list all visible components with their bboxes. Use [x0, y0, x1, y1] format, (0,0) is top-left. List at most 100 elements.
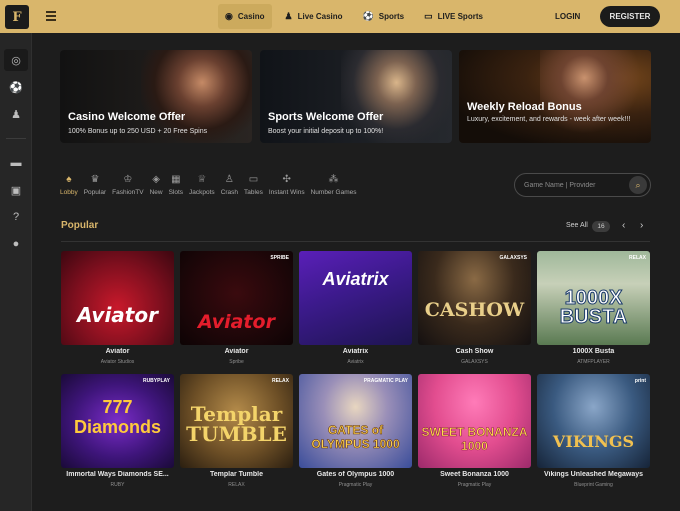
tab-label: Jackpots: [189, 189, 215, 196]
game-tile-1000x-busta[interactable]: RELAX 1000X BUSTA: [537, 251, 650, 345]
provider-badge: RELAX: [629, 255, 646, 261]
tab-instant-wins[interactable]: ✣ Instant Wins: [269, 172, 305, 202]
game-tile-vikings-unleashed[interactable]: print VIKINGS: [537, 374, 650, 468]
game-provider: Aviatrix: [347, 359, 364, 365]
crash-icon: ♙: [224, 173, 234, 185]
tv-icon: ▭: [424, 11, 433, 21]
provider-badge: GALAXSYS: [499, 255, 527, 261]
wallet-icon[interactable]: ▬: [4, 152, 28, 174]
game-name: Vikings Unleashed Megaways: [543, 471, 644, 478]
sidebar-divider: [6, 138, 26, 139]
provider-badge: PRAGMATIC PLAY: [363, 378, 408, 384]
category-tabs: ♠ Lobby ♛ Popular ♔ FashionTV ◈ New ▦ Slots ♕…: [60, 172, 362, 202]
tab-crash[interactable]: ♙ Crash: [221, 172, 238, 202]
tab-label: FashionTV: [112, 189, 144, 196]
casino-chip-icon: ◉: [225, 11, 233, 21]
tile-art-text: VIKINGS: [552, 432, 635, 451]
soccer-ball-icon[interactable]: ⚽: [4, 76, 28, 98]
banner-subtitle: Boost your initial deposit up to 100%!: [268, 128, 384, 135]
instant-wins-icon: ✣: [282, 173, 291, 185]
game-name: 1000X Busta: [572, 348, 615, 355]
banner-sports-welcome[interactable]: Sports Welcome Offer Boost your initial …: [260, 50, 452, 143]
game-name: Sweet Bonanza 1000: [440, 471, 509, 478]
tile-art-text: 1000X BUSTA: [559, 287, 628, 328]
number-games-icon: ⁂: [328, 173, 339, 185]
game-provider: Aviator Studios: [100, 359, 135, 365]
banner-reload-image: [539, 50, 651, 143]
site-logo[interactable]: F: [5, 5, 29, 29]
tile-art-text: CASHOW: [424, 299, 525, 321]
game-tile-immortal-ways[interactable]: RUBYPLAY 777 Diamonds: [61, 374, 174, 468]
tab-slots[interactable]: ▦ Slots: [169, 172, 183, 202]
tab-label: New: [149, 189, 163, 196]
provider-badge: SPRIBE: [270, 255, 289, 261]
chat-icon[interactable]: ●: [4, 233, 28, 255]
tile-art-text: Aviator: [198, 311, 275, 333]
tab-tables[interactable]: ▭ Tables: [244, 172, 263, 202]
nav-sports-label: Sports: [378, 12, 405, 21]
game-count-badge: 16: [592, 221, 610, 232]
game-name: Cash Show: [455, 348, 494, 355]
banner-title: Casino Welcome Offer: [68, 111, 186, 123]
tab-label: Number Games: [310, 189, 357, 196]
game-tile-aviator-studios[interactable]: Aviator: [61, 251, 174, 345]
banner-title: Weekly Reload Bonus: [467, 101, 582, 113]
nav-casino-label: Casino: [237, 12, 265, 21]
tile-art-text: 777 Diamonds: [73, 397, 161, 437]
tab-label: Instant Wins: [268, 189, 305, 196]
tab-label: Popular: [83, 189, 107, 196]
help-icon[interactable]: ?: [4, 206, 28, 228]
game-name: Templar Tumble: [209, 471, 264, 478]
tab-new[interactable]: ◈ New: [150, 172, 163, 202]
slots-icon: ▦: [171, 173, 181, 185]
see-all-link[interactable]: See All: [566, 222, 588, 229]
briefcase-icon[interactable]: ▣: [4, 179, 28, 201]
game-tile-aviatrix[interactable]: Aviatrix: [299, 251, 412, 345]
search-icon[interactable]: ⌕: [629, 176, 647, 194]
game-name: Immortal Ways Diamonds SE...: [66, 471, 169, 478]
tab-jackpots[interactable]: ♕ Jackpots: [189, 172, 215, 202]
nav-live-sports[interactable]: ▭ LIVE Sports: [417, 4, 490, 29]
live-dealer-icon[interactable]: ♟: [4, 103, 28, 125]
nav-live-casino[interactable]: ♟ Live Casino: [278, 4, 350, 29]
provider-badge: print: [634, 378, 646, 384]
tab-popular[interactable]: ♛ Popular: [84, 172, 106, 202]
search-box: ⌕: [514, 173, 651, 197]
search-input[interactable]: [524, 181, 624, 189]
game-name: Aviator: [105, 348, 130, 355]
banner-weekly-reload[interactable]: Weekly Reload Bonus Luxury, excitement, …: [459, 50, 651, 143]
sidebar: ◎ ⚽ ♟ ▬ ▣ ? ●: [0, 33, 32, 511]
live-dealer-icon: ♟: [284, 11, 293, 21]
main-nav: ◉ Casino ♟ Live Casino ⚽ Sports ▭ LIVE S…: [218, 4, 496, 29]
nav-live-sports-label: LIVE Sports: [437, 12, 483, 21]
game-name: Aviatrix: [342, 348, 369, 355]
nav-casino[interactable]: ◉ Casino: [218, 4, 272, 29]
tab-label: Crash: [220, 189, 239, 196]
login-button[interactable]: LOGIN: [548, 7, 587, 26]
game-provider: Spribe: [229, 359, 244, 365]
tab-fashiontv[interactable]: ♔ FashionTV: [112, 172, 143, 202]
soccer-ball-icon: ⚽: [362, 11, 374, 21]
tab-number-games[interactable]: ⁂ Number Games: [311, 172, 357, 202]
nav-sports[interactable]: ⚽ Sports: [356, 4, 412, 29]
register-button[interactable]: REGISTER: [600, 6, 660, 27]
game-tile-gates-of-olympus[interactable]: PRAGMATIC PLAY GATES of OLYMPUS 1000: [299, 374, 412, 468]
tab-lobby[interactable]: ♠ Lobby: [60, 172, 78, 202]
tile-art-text: GATES of OLYMPUS 1000: [311, 423, 400, 451]
game-name: Gates of Olympus 1000: [316, 471, 395, 478]
casino-chip-icon[interactable]: ◎: [4, 49, 28, 71]
game-tile-templar-tumble[interactable]: RELAX Templar TUMBLE: [180, 374, 293, 468]
tile-art-text: SWEET BONANZA 1000: [421, 425, 528, 453]
next-arrow-icon[interactable]: ›: [640, 220, 643, 231]
menu-icon[interactable]: [46, 11, 56, 21]
prev-arrow-icon[interactable]: ‹: [622, 220, 625, 231]
game-tile-aviator-spribe[interactable]: SPRIBE Aviator: [180, 251, 293, 345]
game-tile-sweet-bonanza[interactable]: SWEET BONANZA 1000: [418, 374, 531, 468]
banner-casino-welcome[interactable]: Casino Welcome Offer 100% Bonus up to 25…: [60, 50, 252, 143]
section-title: Popular: [61, 220, 99, 231]
tab-label: Lobby: [60, 189, 78, 196]
game-provider: ATMFPLAYER: [577, 359, 610, 365]
game-provider: Pragmatic Play: [338, 482, 373, 488]
game-tile-cash-show[interactable]: GALAXSYS CASHOW: [418, 251, 531, 345]
jackpots-icon: ♕: [197, 173, 207, 185]
